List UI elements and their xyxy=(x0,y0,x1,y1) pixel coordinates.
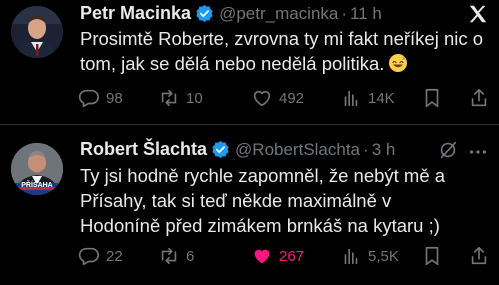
x-logo-icon[interactable] xyxy=(467,3,489,25)
bookmark-button[interactable] xyxy=(421,244,443,268)
like-count: 267 xyxy=(279,247,305,265)
author-handle[interactable]: @petr_macinka xyxy=(219,4,338,24)
like-button[interactable]: 492 xyxy=(251,86,304,110)
repost-icon xyxy=(161,89,177,107)
timestamp[interactable]: 3 h xyxy=(372,140,396,160)
heart-icon xyxy=(253,90,271,107)
verified-badge-icon xyxy=(212,141,229,158)
reply-icon xyxy=(78,247,99,266)
views-button[interactable]: 5,5K xyxy=(340,244,399,268)
sweat-smile-emoji-icon xyxy=(389,54,408,72)
bookmark-icon xyxy=(425,88,439,108)
views-icon xyxy=(344,90,358,107)
avatar-photo xyxy=(11,6,63,58)
author-name[interactable]: Robert Šlachta xyxy=(80,139,207,160)
tweet-text-line: Přísahy, tak si teď někde maximálně v xyxy=(80,190,392,211)
like-button[interactable]: 267 xyxy=(251,244,304,268)
share-icon xyxy=(471,246,487,265)
author-name[interactable]: Petr Macinka xyxy=(80,3,191,24)
grok-icon[interactable] xyxy=(437,139,459,161)
tweet-petr-macinka[interactable]: Petr Macinka @petr_macinka · 11 h Prosim… xyxy=(0,0,499,125)
tweet-actions: 22 6 267 5,5K xyxy=(78,244,492,268)
repost-count: 6 xyxy=(186,247,195,265)
reply-icon xyxy=(78,89,99,108)
share-button[interactable] xyxy=(468,86,490,110)
separator-dot: · xyxy=(341,3,348,23)
tweet-actions: 98 10 492 14K xyxy=(78,86,492,110)
bookmark-button[interactable] xyxy=(421,86,443,110)
tweet-robert-slachta[interactable]: PŘÍSAHA Robert Šlachta @RobertSlachta · … xyxy=(0,125,499,285)
bookmark-icon xyxy=(425,246,439,266)
author-handle[interactable]: @RobertSlachta xyxy=(235,140,360,160)
like-count: 492 xyxy=(279,89,305,107)
repost-button[interactable]: 10 xyxy=(158,86,203,110)
views-icon xyxy=(344,248,358,265)
timestamp[interactable]: 11 h xyxy=(350,4,382,24)
repost-button[interactable]: 6 xyxy=(158,244,194,268)
share-icon xyxy=(471,88,487,107)
share-button[interactable] xyxy=(468,244,490,268)
reply-count: 98 xyxy=(106,89,123,107)
reply-button[interactable]: 22 xyxy=(78,244,123,268)
tweet-text-content: Prosimtě Roberte, zvrovna ty mi fakt neř… xyxy=(80,28,484,74)
avatar[interactable] xyxy=(11,6,63,58)
reply-button[interactable]: 98 xyxy=(78,86,123,110)
tweet-text: Prosimtě Roberte, zvrovna ty mi fakt neř… xyxy=(80,26,492,76)
repost-icon xyxy=(161,247,177,265)
tweet-text-line: Ty jsi hodně rychle zapomněl, že nebýt m… xyxy=(80,165,446,186)
more-options-icon[interactable] xyxy=(467,141,489,163)
heart-filled-icon xyxy=(254,249,270,264)
reply-count: 22 xyxy=(106,247,123,265)
avatar[interactable]: PŘÍSAHA xyxy=(11,143,63,195)
separator-dot: · xyxy=(363,139,369,159)
tweet-text: Ty jsi hodně rychle zapomněl, že nebýt m… xyxy=(80,163,492,238)
views-button[interactable]: 14K xyxy=(340,86,395,110)
avatar-label: PŘÍSAHA xyxy=(21,182,53,189)
tweet-text-line: Hodoníně před zimákem brnkáš na kytaru ;… xyxy=(80,215,440,236)
verified-badge-icon xyxy=(196,5,213,22)
views-count: 14K xyxy=(368,89,395,107)
repost-count: 10 xyxy=(186,89,203,107)
views-count: 5,5K xyxy=(368,247,399,265)
